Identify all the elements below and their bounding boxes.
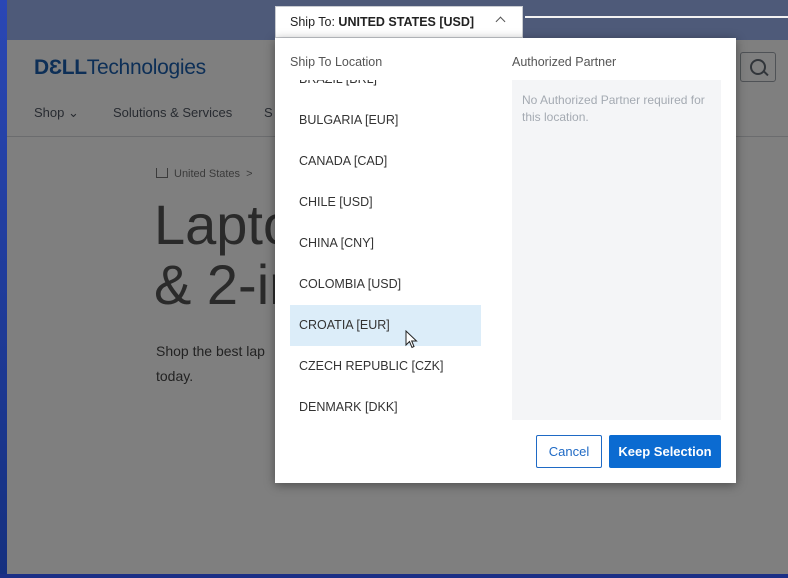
country-option[interactable]: CZECH REPUBLIC [CZK] — [290, 346, 481, 387]
top-banner-line — [525, 16, 788, 18]
ship-to-value: UNITED STATES [USD] — [338, 15, 475, 29]
desktop-frame-bottom — [0, 574, 788, 578]
authorized-partner-label: Authorized Partner — [512, 55, 617, 69]
ship-to-toggle[interactable]: Ship To: UNITED STATES [USD] — [275, 6, 523, 38]
country-option[interactable]: BRAZIL [BRL] — [290, 80, 481, 100]
country-option[interactable]: COLOMBIA [USD] — [290, 264, 481, 305]
country-option[interactable]: BULGARIA [EUR] — [290, 100, 481, 141]
chevron-up-icon — [495, 16, 506, 27]
country-option-selected[interactable]: CROATIA [EUR] — [290, 305, 481, 346]
country-list[interactable]: BRAZIL [BRL] BULGARIA [EUR] CANADA [CAD]… — [290, 80, 496, 420]
ship-to-text: Ship To: UNITED STATES [USD] — [290, 15, 474, 29]
cancel-button[interactable]: Cancel — [536, 435, 602, 468]
ship-to-location-label: Ship To Location — [290, 55, 383, 69]
country-option[interactable]: DENMARK [DKK] — [290, 387, 481, 420]
partner-message: No Authorized Partner required for this … — [522, 93, 705, 124]
country-option[interactable]: CANADA [CAD] — [290, 141, 481, 182]
ship-to-dialog: Ship To Location Authorized Partner BRAZ… — [275, 38, 736, 483]
ship-to-prefix: Ship To: — [290, 15, 339, 29]
desktop-frame-left — [0, 0, 7, 578]
keep-selection-button[interactable]: Keep Selection — [609, 435, 721, 468]
mouse-cursor-icon — [405, 330, 418, 349]
country-option[interactable]: CHILE [USD] — [290, 182, 481, 223]
country-option[interactable]: CHINA [CNY] — [290, 223, 481, 264]
authorized-partner-panel: No Authorized Partner required for this … — [512, 80, 721, 420]
